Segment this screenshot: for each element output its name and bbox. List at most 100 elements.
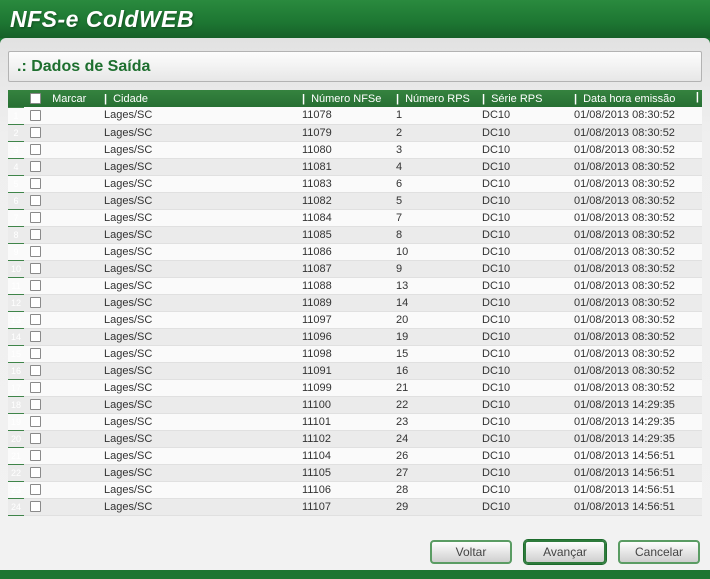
row-checkbox[interactable] (30, 144, 41, 155)
row-number: 18 (8, 396, 24, 413)
cell-numero-nfse: 11101 (298, 413, 392, 430)
table-row: 19 Lages/SC 11101 23 DC10 01/08/2013 14:… (8, 413, 702, 430)
cell-data-emissao: 01/08/2013 08:30:52 (570, 158, 702, 175)
cancelar-button[interactable]: Cancelar (618, 540, 700, 564)
cell-numero-nfse: 11098 (298, 345, 392, 362)
table-row: 23 Lages/SC 11106 28 DC10 01/08/2013 14:… (8, 481, 702, 498)
row-number: 7 (8, 209, 24, 226)
cell-data-emissao: 01/08/2013 08:30:52 (570, 124, 702, 141)
table-row: 16 Lages/SC 11091 16 DC10 01/08/2013 08:… (8, 362, 702, 379)
table-row: 18 Lages/SC 11100 22 DC10 01/08/2013 14:… (8, 396, 702, 413)
row-number: 6 (8, 192, 24, 209)
cell-numero-rps: 24 (392, 430, 478, 447)
row-checkbox[interactable] (30, 263, 41, 274)
row-checkbox[interactable] (30, 382, 41, 393)
row-checkbox-cell (24, 141, 100, 158)
cell-numero-rps: 5 (392, 192, 478, 209)
row-checkbox[interactable] (30, 178, 41, 189)
row-checkbox[interactable] (30, 314, 41, 325)
voltar-button[interactable]: Voltar (430, 540, 512, 564)
row-number: 5 (8, 175, 24, 192)
cell-numero-rps: 9 (392, 260, 478, 277)
row-number: 10 (8, 260, 24, 277)
row-checkbox[interactable] (30, 467, 41, 478)
avancar-button[interactable]: Avançar (524, 540, 606, 564)
row-checkbox[interactable] (30, 161, 41, 172)
row-checkbox-cell (24, 481, 100, 498)
cell-numero-rps: 1 (392, 107, 478, 124)
row-checkbox-cell (24, 345, 100, 362)
table-row: 22 Lages/SC 11105 27 DC10 01/08/2013 14:… (8, 464, 702, 481)
action-buttons: Voltar Avançar Cancelar (430, 540, 700, 564)
cell-numero-rps: 3 (392, 141, 478, 158)
table-row: 20 Lages/SC 11102 24 DC10 01/08/2013 14:… (8, 430, 702, 447)
table-row: 5 Lages/SC 11083 6 DC10 01/08/2013 08:30… (8, 175, 702, 192)
row-checkbox[interactable] (30, 416, 41, 427)
row-checkbox[interactable] (30, 246, 41, 257)
cell-numero-nfse: 11086 (298, 243, 392, 260)
cell-numero-rps: 23 (392, 413, 478, 430)
cell-data-emissao: 01/08/2013 08:30:52 (570, 345, 702, 362)
cell-data-emissao: 01/08/2013 14:29:35 (570, 413, 702, 430)
row-checkbox[interactable] (30, 229, 41, 240)
cell-serie-rps: DC10 (478, 362, 570, 379)
row-number: 15 (8, 345, 24, 362)
row-checkbox[interactable] (30, 297, 41, 308)
cell-serie-rps: DC10 (478, 464, 570, 481)
row-number: 22 (8, 464, 24, 481)
row-checkbox[interactable] (30, 399, 41, 410)
cell-numero-nfse: 11091 (298, 362, 392, 379)
row-checkbox[interactable] (30, 212, 41, 223)
row-checkbox[interactable] (30, 331, 41, 342)
cell-numero-rps: 20 (392, 311, 478, 328)
cell-cidade: Lages/SC (100, 294, 298, 311)
table-row: 17 Lages/SC 11099 21 DC10 01/08/2013 08:… (8, 379, 702, 396)
row-checkbox-cell (24, 498, 100, 515)
row-checkbox[interactable] (30, 484, 41, 495)
row-number: 21 (8, 447, 24, 464)
top-brand-bar: NFS-e ColdWEB (0, 0, 710, 38)
row-checkbox[interactable] (30, 195, 41, 206)
select-all-checkbox[interactable] (30, 93, 41, 104)
cell-numero-rps: 21 (392, 379, 478, 396)
cell-cidade: Lages/SC (100, 226, 298, 243)
row-checkbox-cell (24, 243, 100, 260)
column-separator: | (574, 93, 577, 105)
cell-data-emissao: 01/08/2013 08:30:52 (570, 260, 702, 277)
row-checkbox[interactable] (30, 110, 41, 121)
cell-serie-rps: DC10 (478, 243, 570, 260)
cell-serie-rps: DC10 (478, 294, 570, 311)
cell-serie-rps: DC10 (478, 345, 570, 362)
row-checkbox[interactable] (30, 348, 41, 359)
cell-numero-nfse: 11097 (298, 311, 392, 328)
table-row: 8 Lages/SC 11085 8 DC10 01/08/2013 08:30… (8, 226, 702, 243)
row-checkbox[interactable] (30, 450, 41, 461)
row-checkbox[interactable] (30, 127, 41, 138)
row-checkbox[interactable] (30, 433, 41, 444)
row-checkbox-cell (24, 328, 100, 345)
cell-data-emissao: 01/08/2013 14:29:35 (570, 430, 702, 447)
cell-cidade: Lages/SC (100, 447, 298, 464)
cell-serie-rps: DC10 (478, 328, 570, 345)
table-row: 3 Lages/SC 11080 3 DC10 01/08/2013 08:30… (8, 141, 702, 158)
row-checkbox[interactable] (30, 365, 41, 376)
cell-cidade: Lages/SC (100, 481, 298, 498)
cell-data-emissao: 01/08/2013 08:30:52 (570, 175, 702, 192)
row-checkbox[interactable] (30, 501, 41, 512)
cell-numero-nfse: 11082 (298, 192, 392, 209)
cell-cidade: Lages/SC (100, 464, 298, 481)
cell-cidade: Lages/SC (100, 158, 298, 175)
table-body: 1 Lages/SC 11078 1 DC10 01/08/2013 08:30… (8, 107, 702, 515)
row-checkbox[interactable] (30, 280, 41, 291)
row-checkbox-cell (24, 175, 100, 192)
column-separator: | (104, 93, 107, 105)
cell-serie-rps: DC10 (478, 430, 570, 447)
header-rps: |Número RPS (392, 90, 478, 107)
row-number: 4 (8, 158, 24, 175)
cell-data-emissao: 01/08/2013 14:56:51 (570, 481, 702, 498)
cell-data-emissao: 01/08/2013 08:30:52 (570, 379, 702, 396)
table-row: 14 Lages/SC 11096 19 DC10 01/08/2013 08:… (8, 328, 702, 345)
cell-cidade: Lages/SC (100, 345, 298, 362)
header-nfse: |Número NFSe (298, 90, 392, 107)
cell-cidade: Lages/SC (100, 430, 298, 447)
